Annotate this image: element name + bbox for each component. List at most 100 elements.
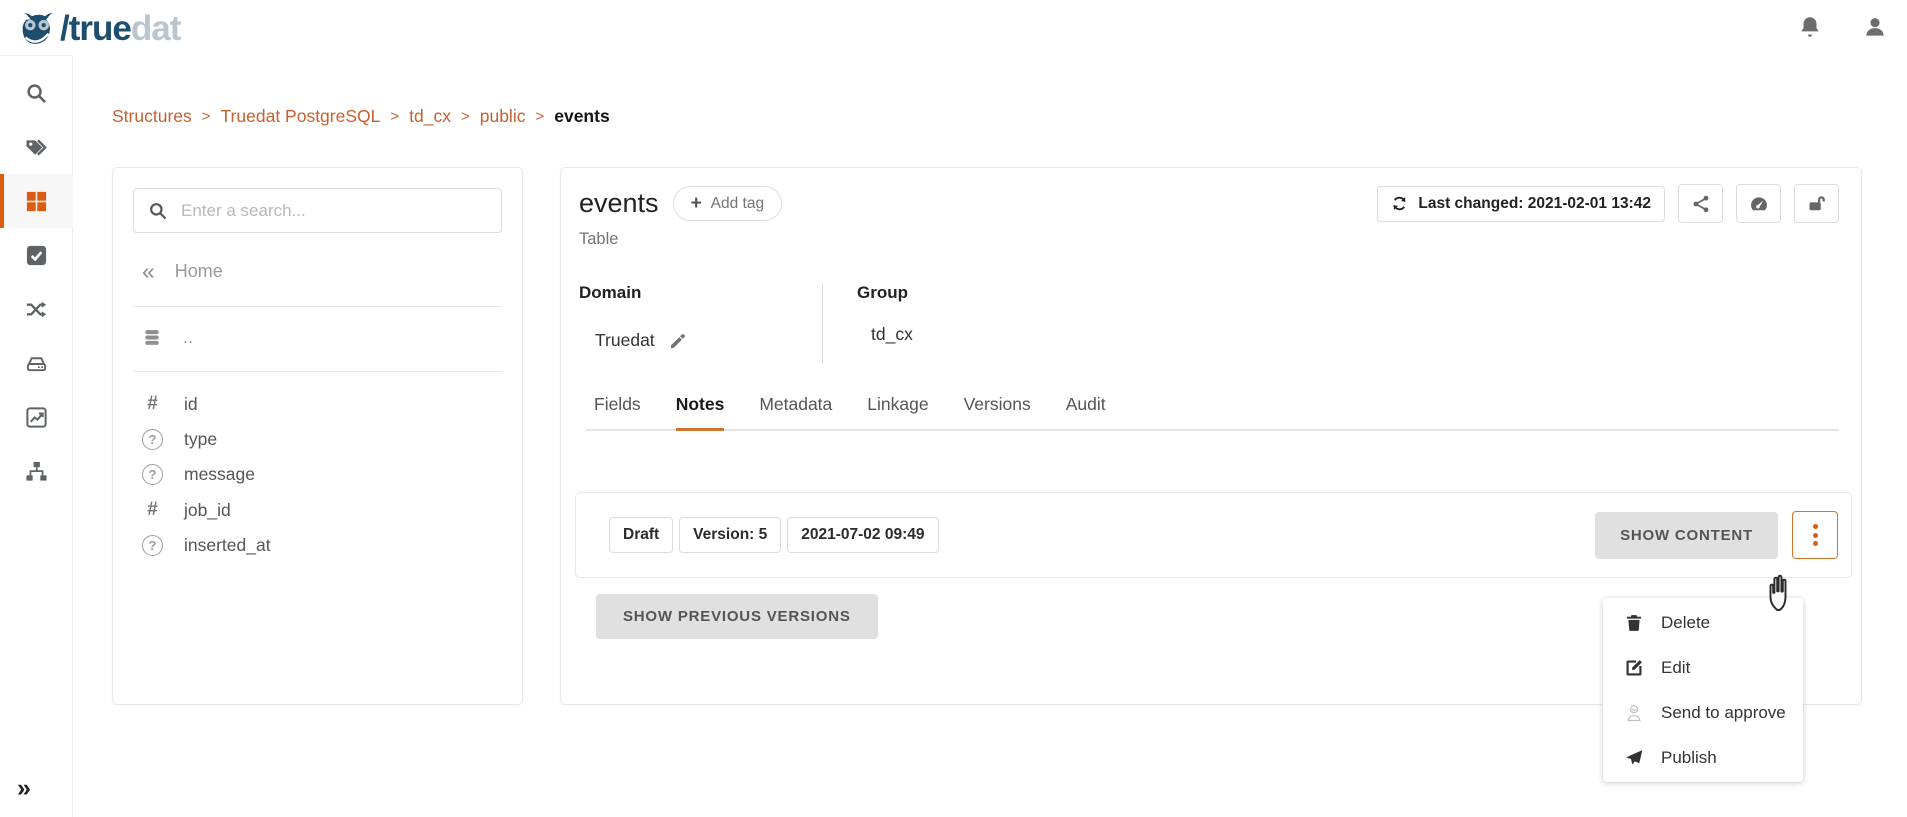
date-badge: 2021-07-02 09:49 bbox=[787, 517, 938, 553]
breadcrumb-current: events bbox=[554, 106, 609, 127]
rail-item-taxonomy[interactable] bbox=[0, 444, 73, 498]
unlock-icon bbox=[1807, 194, 1827, 214]
question-icon: ? bbox=[142, 464, 163, 485]
last-changed-label: Last changed: 2021-02-01 13:42 bbox=[1418, 195, 1651, 213]
tree-search-box[interactable] bbox=[133, 188, 502, 233]
breadcrumb-link-database[interactable]: td_cx bbox=[409, 106, 451, 127]
brand-primary: /true bbox=[60, 9, 131, 48]
breadcrumb-link-system[interactable]: Truedat PostgreSQL bbox=[221, 106, 381, 127]
title-row: events + Add tag Last changed: 2021-02-0… bbox=[561, 168, 1861, 223]
rail-item-lineage[interactable] bbox=[0, 282, 73, 336]
share-icon bbox=[1691, 194, 1711, 214]
field-label: message bbox=[184, 464, 255, 485]
search-icon bbox=[25, 82, 48, 105]
menu-item-send-to-approve[interactable]: Send to approve bbox=[1603, 690, 1803, 735]
field-row-message[interactable]: ? message bbox=[133, 457, 502, 492]
detail-tabbar: Fields Notes Metadata Linkage Versions A… bbox=[586, 394, 1839, 431]
edit-icon bbox=[1624, 658, 1644, 678]
publish-plane-icon bbox=[1624, 748, 1644, 768]
domain-section: Domain Truedat Group td_cx bbox=[579, 283, 1861, 363]
add-tag-button[interactable]: + Add tag bbox=[673, 186, 783, 221]
breadcrumb-link-structures[interactable]: Structures bbox=[112, 106, 192, 127]
field-row-type[interactable]: ? type bbox=[133, 422, 502, 457]
chart-icon bbox=[25, 406, 48, 429]
version-badge: Version: 5 bbox=[679, 517, 781, 553]
rail-item-structures[interactable] bbox=[0, 174, 73, 228]
grid-icon bbox=[25, 190, 48, 213]
note-actions-menu: Delete Edit Send to approve Publish bbox=[1603, 598, 1803, 782]
owl-logo-icon bbox=[14, 5, 60, 51]
tags-icon bbox=[25, 136, 48, 159]
expand-sidebar-chevrons[interactable]: » bbox=[17, 776, 31, 801]
kebab-dot bbox=[1813, 533, 1818, 538]
nav-rail: » bbox=[0, 55, 73, 817]
menu-item-publish[interactable]: Publish bbox=[1603, 735, 1803, 780]
tab-fields[interactable]: Fields bbox=[594, 394, 641, 429]
tree-parent-item[interactable]: .. bbox=[142, 327, 502, 348]
field-row-inserted-at[interactable]: ? inserted_at bbox=[133, 528, 502, 563]
group-header: Group bbox=[857, 283, 913, 303]
group-value: td_cx bbox=[871, 324, 913, 345]
rail-item-sources[interactable] bbox=[0, 336, 73, 390]
structure-type-label: Table bbox=[579, 230, 1861, 249]
field-label: inserted_at bbox=[184, 535, 271, 556]
question-icon: ? bbox=[142, 429, 163, 450]
app-header: /truedat bbox=[0, 0, 1907, 55]
breadcrumb-separator: > bbox=[535, 108, 544, 125]
user-account-icon[interactable] bbox=[1862, 14, 1888, 40]
menu-item-edit[interactable]: Edit bbox=[1603, 645, 1803, 690]
tree-search-input[interactable] bbox=[181, 201, 487, 221]
tree-home-link[interactable]: « Home bbox=[142, 260, 502, 283]
approve-person-icon bbox=[1624, 703, 1644, 723]
group-column: Group td_cx bbox=[857, 283, 913, 363]
rail-item-dashboards[interactable] bbox=[0, 390, 73, 444]
brand-secondary: dat bbox=[131, 9, 181, 48]
domain-column: Domain Truedat bbox=[579, 283, 822, 363]
structure-tree-panel: « Home .. # id ? type ? message # job_id… bbox=[112, 167, 523, 705]
field-label: job_id bbox=[184, 500, 231, 521]
tab-linkage[interactable]: Linkage bbox=[867, 394, 928, 429]
menu-item-label: Edit bbox=[1661, 658, 1690, 678]
menu-item-label: Send to approve bbox=[1661, 703, 1786, 723]
show-previous-versions-button[interactable]: SHOW PREVIOUS VERSIONS bbox=[596, 594, 878, 639]
edit-pencil-icon[interactable] bbox=[669, 332, 687, 350]
rail-item-search[interactable] bbox=[0, 66, 73, 120]
search-icon bbox=[148, 201, 168, 221]
note-more-actions-button[interactable] bbox=[1792, 511, 1838, 559]
gauge-icon bbox=[1749, 194, 1769, 214]
hash-icon: # bbox=[142, 393, 163, 415]
breadcrumb-separator: > bbox=[390, 108, 399, 125]
breadcrumb: Structures > Truedat PostgreSQL > td_cx … bbox=[112, 106, 610, 127]
tab-versions[interactable]: Versions bbox=[964, 394, 1031, 429]
kebab-dot bbox=[1813, 524, 1818, 529]
menu-item-label: Delete bbox=[1661, 613, 1710, 633]
domain-value: Truedat bbox=[595, 330, 655, 351]
kebab-dot bbox=[1813, 541, 1818, 546]
field-list: # id ? type ? message # job_id ? inserte… bbox=[133, 386, 502, 563]
field-label: type bbox=[184, 429, 217, 450]
home-label: Home bbox=[175, 261, 223, 282]
question-icon: ? bbox=[142, 535, 163, 556]
rail-item-tags[interactable] bbox=[0, 120, 73, 174]
domain-header: Domain bbox=[579, 283, 822, 303]
tab-audit[interactable]: Audit bbox=[1066, 394, 1106, 429]
menu-item-delete[interactable]: Delete bbox=[1603, 600, 1803, 645]
field-row-id[interactable]: # id bbox=[133, 386, 502, 422]
show-content-button[interactable]: SHOW CONTENT bbox=[1595, 512, 1778, 559]
quality-gauge-button[interactable] bbox=[1736, 184, 1781, 223]
drive-icon bbox=[25, 352, 48, 375]
page-title: events bbox=[579, 188, 659, 219]
field-row-job-id[interactable]: # job_id bbox=[133, 492, 502, 528]
tab-metadata[interactable]: Metadata bbox=[759, 394, 832, 429]
rail-item-quality[interactable] bbox=[0, 228, 73, 282]
truedat-logo[interactable]: /truedat bbox=[14, 5, 180, 51]
share-button[interactable] bbox=[1678, 184, 1723, 223]
breadcrumb-link-schema[interactable]: public bbox=[480, 106, 526, 127]
notifications-bell-icon[interactable] bbox=[1797, 14, 1823, 40]
tab-notes[interactable]: Notes bbox=[676, 394, 725, 431]
parent-item-label: .. bbox=[183, 327, 193, 348]
status-badge: Draft bbox=[609, 517, 673, 553]
last-changed-button[interactable]: Last changed: 2021-02-01 13:42 bbox=[1377, 186, 1665, 222]
unlock-button[interactable] bbox=[1794, 184, 1839, 223]
note-version-card: Draft Version: 5 2021-07-02 09:49 SHOW C… bbox=[575, 492, 1852, 578]
